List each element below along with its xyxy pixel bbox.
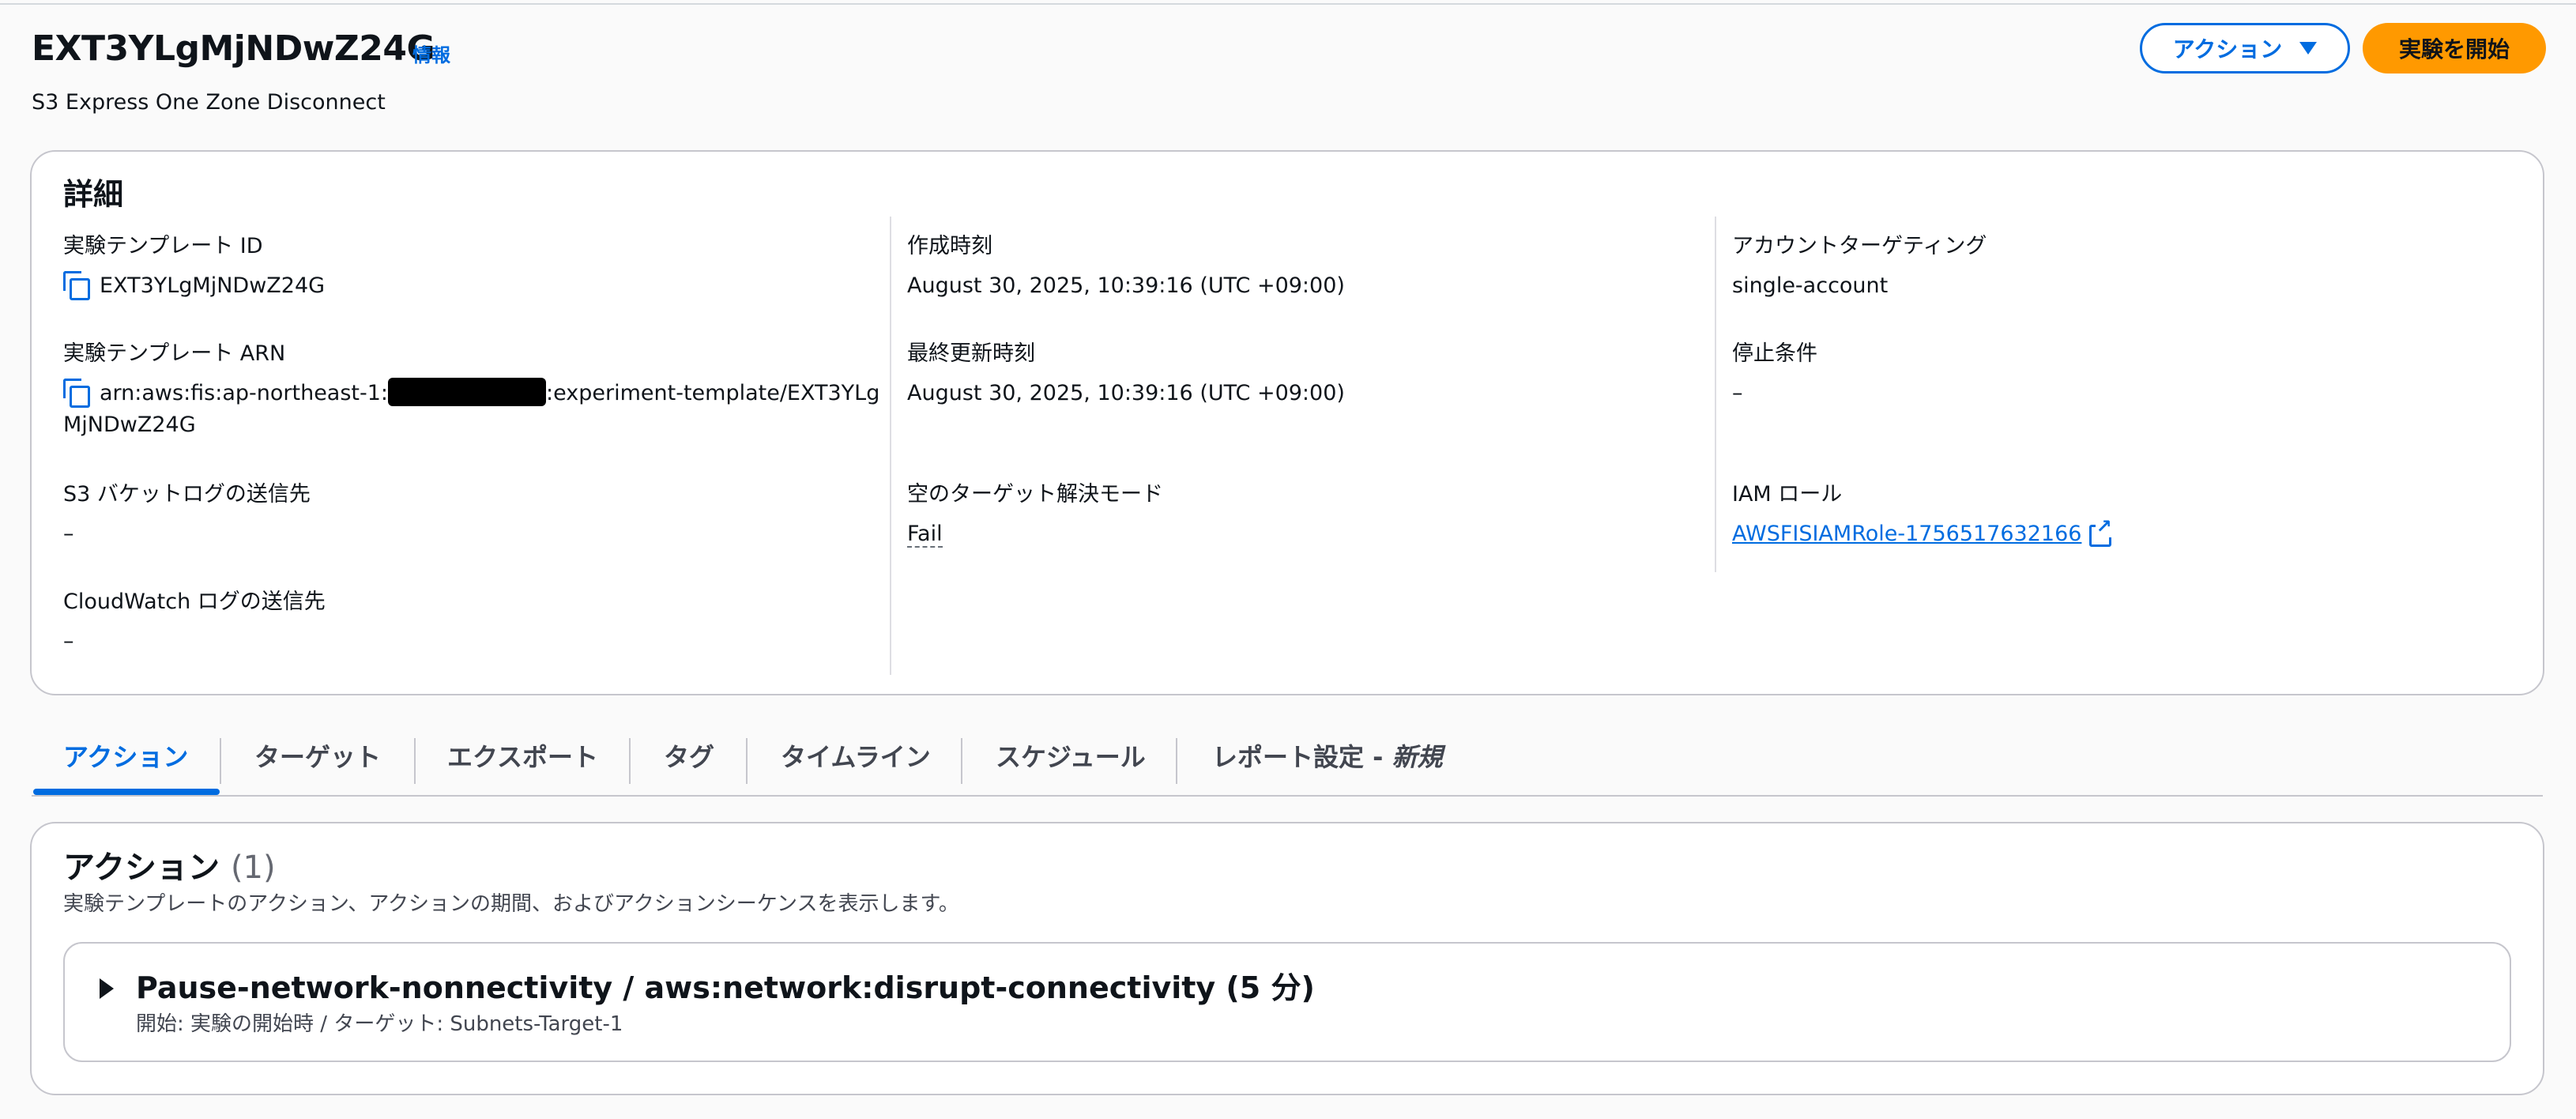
empty-target-field: 空のターゲット解決モード Fail (907, 480, 1163, 550)
tab-separator (1176, 738, 1177, 784)
action-expandable-item[interactable]: Pause-network-nonnectivity / aws:network… (63, 942, 2511, 1062)
created-label: 作成時刻 (907, 234, 992, 258)
stop-condition-value: – (1732, 381, 1743, 405)
account-targeting-value: single-account (1732, 273, 1889, 298)
empty-target-label: 空のターゲット解決モード (907, 482, 1163, 507)
page-title: EXT3YLgMjNDwZ24G (32, 28, 435, 69)
details-column-2: 作成時刻 August 30, 2025, 10:39:16 (UTC +09:… (890, 217, 1712, 675)
active-tab-indicator (33, 789, 220, 795)
stop-condition-label: 停止条件 (1732, 341, 1817, 366)
template-arn-field: 実験テンプレート ARN arn:aws:fis:ap-northeast-1:… (63, 340, 885, 441)
created-field: 作成時刻 August 30, 2025, 10:39:16 (UTC +09:… (907, 232, 1345, 302)
account-targeting-label: アカウントターゲティング (1732, 234, 1987, 258)
tab-separator (220, 738, 221, 784)
actions-panel: アクション (1) 実験テンプレートのアクション、アクションの期間、およびアクシ… (30, 822, 2544, 1095)
template-arn-prefix: arn:aws:fis:ap-northeast-1: (100, 381, 389, 405)
created-value: August 30, 2025, 10:39:16 (UTC +09:00) (907, 273, 1345, 298)
details-column-3: アカウントターゲティング single-account 停止条件 – IAM ロ… (1715, 217, 2536, 572)
s3-log-field: S3 バケットログの送信先 – (63, 480, 311, 550)
updated-value: August 30, 2025, 10:39:16 (UTC +09:00) (907, 381, 1345, 405)
tab-separator (746, 738, 748, 784)
stop-condition-field: 停止条件 – (1732, 340, 1817, 409)
copy-icon[interactable] (63, 379, 90, 408)
iam-role-field: IAM ロール AWSFISIAMRole-1756517632166 (1732, 480, 2112, 550)
tab-targets[interactable]: ターゲット (254, 738, 381, 776)
updated-label: 最終更新時刻 (907, 341, 1035, 366)
actions-button-label: アクション (2172, 36, 2283, 62)
info-link[interactable]: 情報 (412, 43, 450, 68)
template-id-field: 実験テンプレート ID EXT3YLgMjNDwZ24G (63, 232, 325, 302)
tab-new-badge: 新規 (1392, 742, 1443, 772)
cloudwatch-log-label: CloudWatch ログの送信先 (63, 590, 326, 614)
iam-role-link[interactable]: AWSFISIAMRole-1756517632166 (1732, 522, 2081, 546)
details-heading: 詳細 (63, 177, 124, 212)
external-link-icon (2089, 515, 2112, 547)
redacted-account-id (388, 378, 547, 406)
top-divider (0, 3, 2576, 5)
actions-heading: アクション (1) (63, 847, 276, 888)
cloudwatch-log-value: – (63, 629, 74, 654)
actions-dropdown-button[interactable]: アクション (2140, 23, 2350, 73)
tab-bar: アクション ターゲット エクスポート タグ タイムライン スケジュール レポート… (32, 727, 2543, 797)
tab-report-settings-label: レポート設定 - (1212, 742, 1392, 772)
tab-separator (961, 738, 962, 784)
account-targeting-field: アカウントターゲティング single-account (1732, 232, 1987, 302)
iam-role-label: IAM ロール (1732, 482, 1843, 507)
tab-separator (629, 738, 631, 784)
updated-field: 最終更新時刻 August 30, 2025, 10:39:16 (UTC +0… (907, 340, 1345, 409)
template-id-value: EXT3YLgMjNDwZ24G (100, 273, 326, 298)
actions-heading-title: アクション (63, 850, 220, 886)
s3-log-value: – (63, 522, 74, 546)
caret-down-icon (2299, 42, 2318, 55)
page-description: S3 Express One Zone Disconnect (32, 90, 386, 115)
action-subtitle: 開始: 実験の開始時 / ターゲット: Subnets-Target-1 (136, 1012, 623, 1036)
action-title[interactable]: Pause-network-nonnectivity / aws:network… (136, 967, 1315, 1008)
tab-schedule[interactable]: スケジュール (996, 738, 1146, 776)
tab-report-settings[interactable]: レポート設定 - 新規 (1212, 738, 1443, 776)
tab-export[interactable]: エクスポート (447, 738, 598, 776)
s3-log-label: S3 バケットログの送信先 (63, 482, 311, 507)
cloudwatch-log-field: CloudWatch ログの送信先 – (63, 588, 326, 657)
copy-icon[interactable] (63, 271, 90, 300)
details-column-1: 実験テンプレート ID EXT3YLgMjNDwZ24G 実験テンプレート AR… (63, 217, 885, 675)
tab-actions[interactable]: アクション (63, 738, 188, 776)
tab-separator (414, 738, 416, 784)
template-id-label: 実験テンプレート ID (63, 234, 263, 258)
triangle-right-icon[interactable] (100, 978, 114, 999)
actions-description: 実験テンプレートのアクション、アクションの期間、およびアクションシーケンスを表示… (63, 892, 959, 916)
template-arn-label: 実験テンプレート ARN (63, 341, 286, 366)
tab-timeline[interactable]: タイムライン (781, 738, 931, 776)
actions-count: (1) (230, 850, 276, 886)
start-experiment-button[interactable]: 実験を開始 (2363, 23, 2546, 73)
tab-tags[interactable]: タグ (664, 738, 714, 776)
empty-target-value[interactable]: Fail (907, 522, 943, 548)
details-panel: 詳細 実験テンプレート ID EXT3YLgMjNDwZ24G 実験テンプレート… (30, 150, 2544, 695)
